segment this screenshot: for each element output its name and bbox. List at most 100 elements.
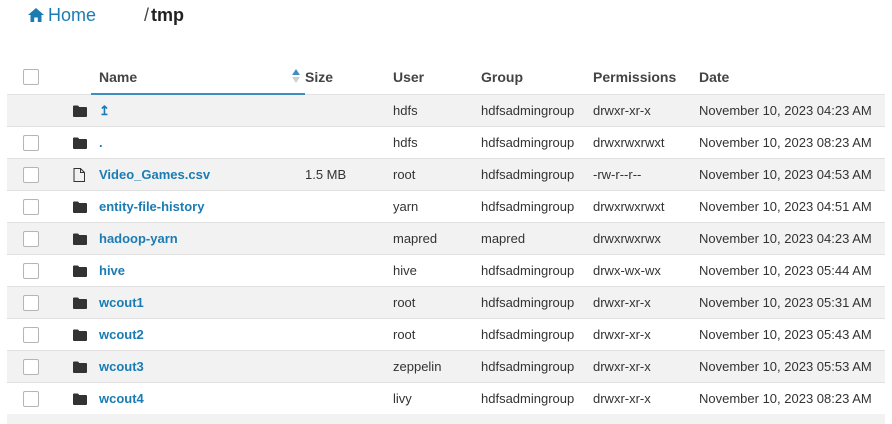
row-checkbox[interactable] xyxy=(23,198,39,215)
name-cell: Video_Games.csv xyxy=(99,158,305,191)
folder-icon xyxy=(73,105,87,117)
name-cell: hadoop-yarn xyxy=(99,222,305,255)
type-icon-cell xyxy=(61,222,99,255)
group-cell: hdfsadmingroup xyxy=(481,254,593,287)
home-icon xyxy=(28,8,44,22)
file-name-link[interactable]: . xyxy=(99,135,103,150)
type-icon-cell xyxy=(61,382,99,415)
name-cell: wcout2 xyxy=(99,318,305,351)
row-checkbox[interactable] xyxy=(23,262,39,279)
breadcrumb-home-link[interactable]: Home xyxy=(28,5,96,26)
file-name-link[interactable]: wcout3 xyxy=(99,359,144,374)
breadcrumb-current-folder: tmp xyxy=(151,4,185,25)
group-cell: hdfsadmingroup xyxy=(481,126,593,159)
date-cell: November 10, 2023 04:51 AM xyxy=(699,190,885,223)
size-cell xyxy=(305,94,393,127)
user-cell: root xyxy=(393,286,481,319)
column-header-size[interactable]: Size xyxy=(305,60,393,95)
permissions-cell: drwxr-xr-x xyxy=(593,350,699,383)
folder-icon xyxy=(73,233,87,245)
table-row[interactable]: . hdfs hdfsadmingroup drwxrwxrwxt November 1… xyxy=(7,126,885,159)
folder-icon xyxy=(73,329,87,341)
date-cell: November 10, 2023 08:23 AM xyxy=(699,126,885,159)
name-cell: wcout1 xyxy=(99,286,305,319)
table-row[interactable]: wcout2 root hdfsadmingroup drwxr-xr-x Novemb… xyxy=(7,318,885,351)
file-name-link[interactable]: Video_Games.csv xyxy=(99,167,210,182)
size-cell: 1.5 MB xyxy=(305,158,393,191)
permissions-cell: drwxr-xr-x xyxy=(593,286,699,319)
file-table: Name Size User Group Permissions Date ↥ h… xyxy=(7,60,885,415)
file-name-link[interactable]: wcout2 xyxy=(99,327,144,342)
group-cell: hdfsadmingroup xyxy=(481,382,593,415)
row-select-cell xyxy=(7,190,61,223)
row-checkbox[interactable] xyxy=(23,390,39,407)
file-name-link[interactable]: wcout4 xyxy=(99,391,144,406)
group-cell: hdfsadmingroup xyxy=(481,190,593,223)
group-cell: hdfsadmingroup xyxy=(481,158,593,191)
table-row[interactable]: wcout3 zeppelin hdfsadmingroup drwxr-xr-x No… xyxy=(7,350,885,383)
file-name-link[interactable]: hive xyxy=(99,263,125,278)
row-checkbox[interactable] xyxy=(23,134,39,151)
date-cell: November 10, 2023 04:53 AM xyxy=(699,158,885,191)
table-row[interactable]: hadoop-yarn mapred mapred drwxrwxrwx Novembe… xyxy=(7,222,885,255)
permissions-cell: drwxr-xr-x xyxy=(593,382,699,415)
user-cell: mapred xyxy=(393,222,481,255)
column-header-permissions[interactable]: Permissions xyxy=(593,60,699,95)
date-cell: November 10, 2023 04:23 AM xyxy=(699,94,885,127)
size-cell xyxy=(305,318,393,351)
row-select-cell xyxy=(7,382,61,415)
user-cell: hdfs xyxy=(393,94,481,127)
table-header-row: Name Size User Group Permissions Date xyxy=(7,60,885,95)
date-cell: November 10, 2023 05:44 AM xyxy=(699,254,885,287)
table-row[interactable]: ↥ hdfs hdfsadmingroup drwxr-xr-x November 10… xyxy=(7,94,885,127)
up-one-level-link[interactable]: ↥ xyxy=(99,94,305,127)
user-cell: livy xyxy=(393,382,481,415)
file-name-link[interactable]: hadoop-yarn xyxy=(99,231,178,246)
permissions-cell: drwxrwxrwxt xyxy=(593,190,699,223)
user-cell: yarn xyxy=(393,190,481,223)
column-header-name-label: Name xyxy=(99,69,138,85)
row-checkbox[interactable] xyxy=(23,230,39,247)
icon-header xyxy=(61,60,99,95)
permissions-cell: drwxr-xr-x xyxy=(593,94,699,127)
row-checkbox[interactable] xyxy=(23,166,39,183)
sort-arrows-icon xyxy=(292,69,300,83)
table-row[interactable]: hive hive hdfsadmingroup drwx-wx-wx November… xyxy=(7,254,885,287)
type-icon-cell xyxy=(61,190,99,223)
type-icon-cell xyxy=(61,286,99,319)
size-cell xyxy=(305,222,393,255)
size-cell xyxy=(305,286,393,319)
folder-icon xyxy=(73,361,87,373)
column-header-user[interactable]: User xyxy=(393,60,481,95)
row-checkbox[interactable] xyxy=(23,358,39,375)
size-cell xyxy=(305,254,393,287)
table-row[interactable]: entity-file-history yarn hdfsadmingroup drw… xyxy=(7,190,885,223)
size-cell xyxy=(305,126,393,159)
type-icon-cell xyxy=(61,350,99,383)
row-checkbox[interactable] xyxy=(23,326,39,343)
permissions-cell: -rw-r--r-- xyxy=(593,158,699,191)
select-all-checkbox[interactable] xyxy=(23,69,39,85)
column-header-date[interactable]: Date xyxy=(699,60,885,95)
row-select-cell xyxy=(7,318,61,351)
row-checkbox[interactable] xyxy=(23,294,39,311)
row-select-cell xyxy=(7,126,61,159)
user-cell: zeppelin xyxy=(393,350,481,383)
permissions-cell: drwxr-xr-x xyxy=(593,318,699,351)
table-row[interactable]: wcout1 root hdfsadmingroup drwxr-xr-x Novemb… xyxy=(7,286,885,319)
table-row[interactable]: Video_Games.csv 1.5 MB root hdfsadmingroup -… xyxy=(7,158,885,191)
type-icon-cell xyxy=(61,94,99,127)
column-header-name[interactable]: Name xyxy=(91,60,305,95)
user-cell: hive xyxy=(393,254,481,287)
table-row[interactable]: wcout4 livy hdfsadmingroup drwxr-xr-x Novemb… xyxy=(7,382,885,415)
column-header-group[interactable]: Group xyxy=(481,60,593,95)
name-cell: wcout4 xyxy=(99,382,305,415)
group-cell: mapred xyxy=(481,222,593,255)
folder-icon xyxy=(73,201,87,213)
breadcrumb-home-label: Home xyxy=(48,4,97,25)
file-name-link[interactable]: entity-file-history xyxy=(99,199,204,214)
row-select-cell xyxy=(7,350,61,383)
file-name-link[interactable]: wcout1 xyxy=(99,295,144,310)
user-cell: hdfs xyxy=(393,126,481,159)
user-cell: root xyxy=(393,318,481,351)
